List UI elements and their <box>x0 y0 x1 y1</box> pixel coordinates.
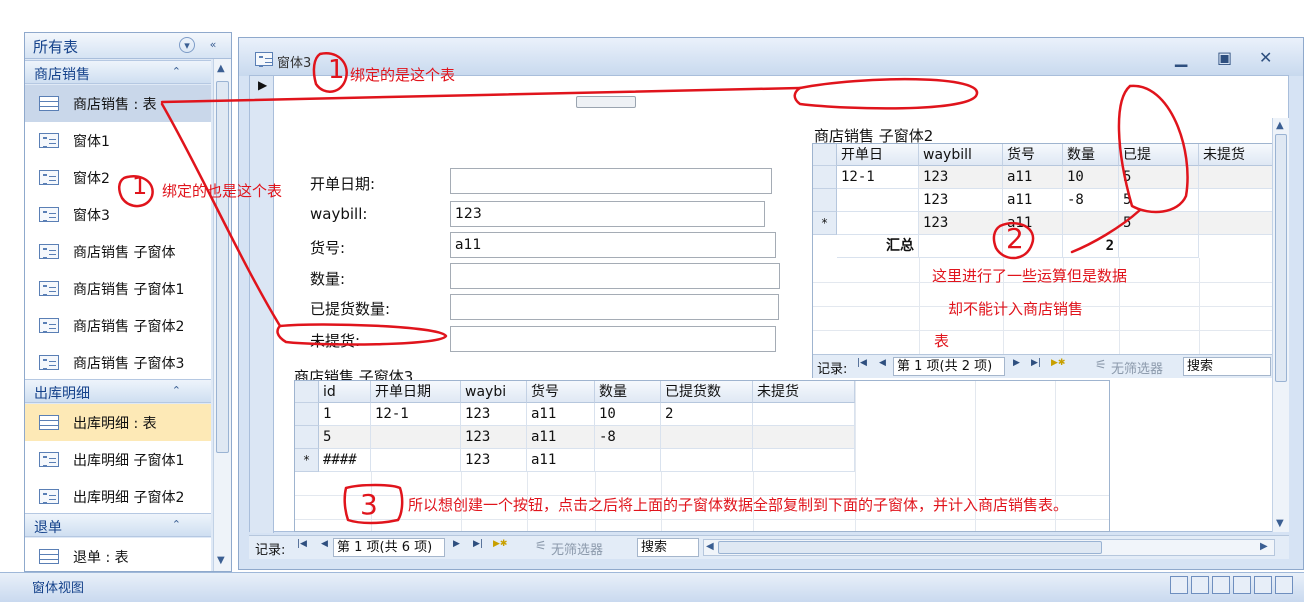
annotation-line <box>160 102 282 328</box>
annotation-loop <box>793 77 979 110</box>
annotation-loop <box>1117 84 1189 214</box>
annotation-loop <box>276 323 448 346</box>
annotation-number: 3 <box>360 488 378 521</box>
annotation-text: 绑定的也是这个表 <box>162 182 283 200</box>
annotation-line <box>1070 208 1142 254</box>
annotation-text: 却不能计入商店销售 <box>948 300 1084 318</box>
annotation-number: 2 <box>1006 222 1024 255</box>
annotation-text: 这里进行了一些运算但是数据 <box>932 267 1128 285</box>
annotation-text: 所以想创建一个按钮，点击之后将上面的子窗体数据全部复制到下面的子窗体，并计入商店… <box>408 496 1069 514</box>
annotation-line <box>160 86 802 104</box>
annotation-number: 1 <box>132 172 148 200</box>
annotation-number: 1 <box>328 55 345 85</box>
annotation-text: 绑定的是这个表 <box>350 66 456 84</box>
annotation-text: 表 <box>934 332 950 350</box>
